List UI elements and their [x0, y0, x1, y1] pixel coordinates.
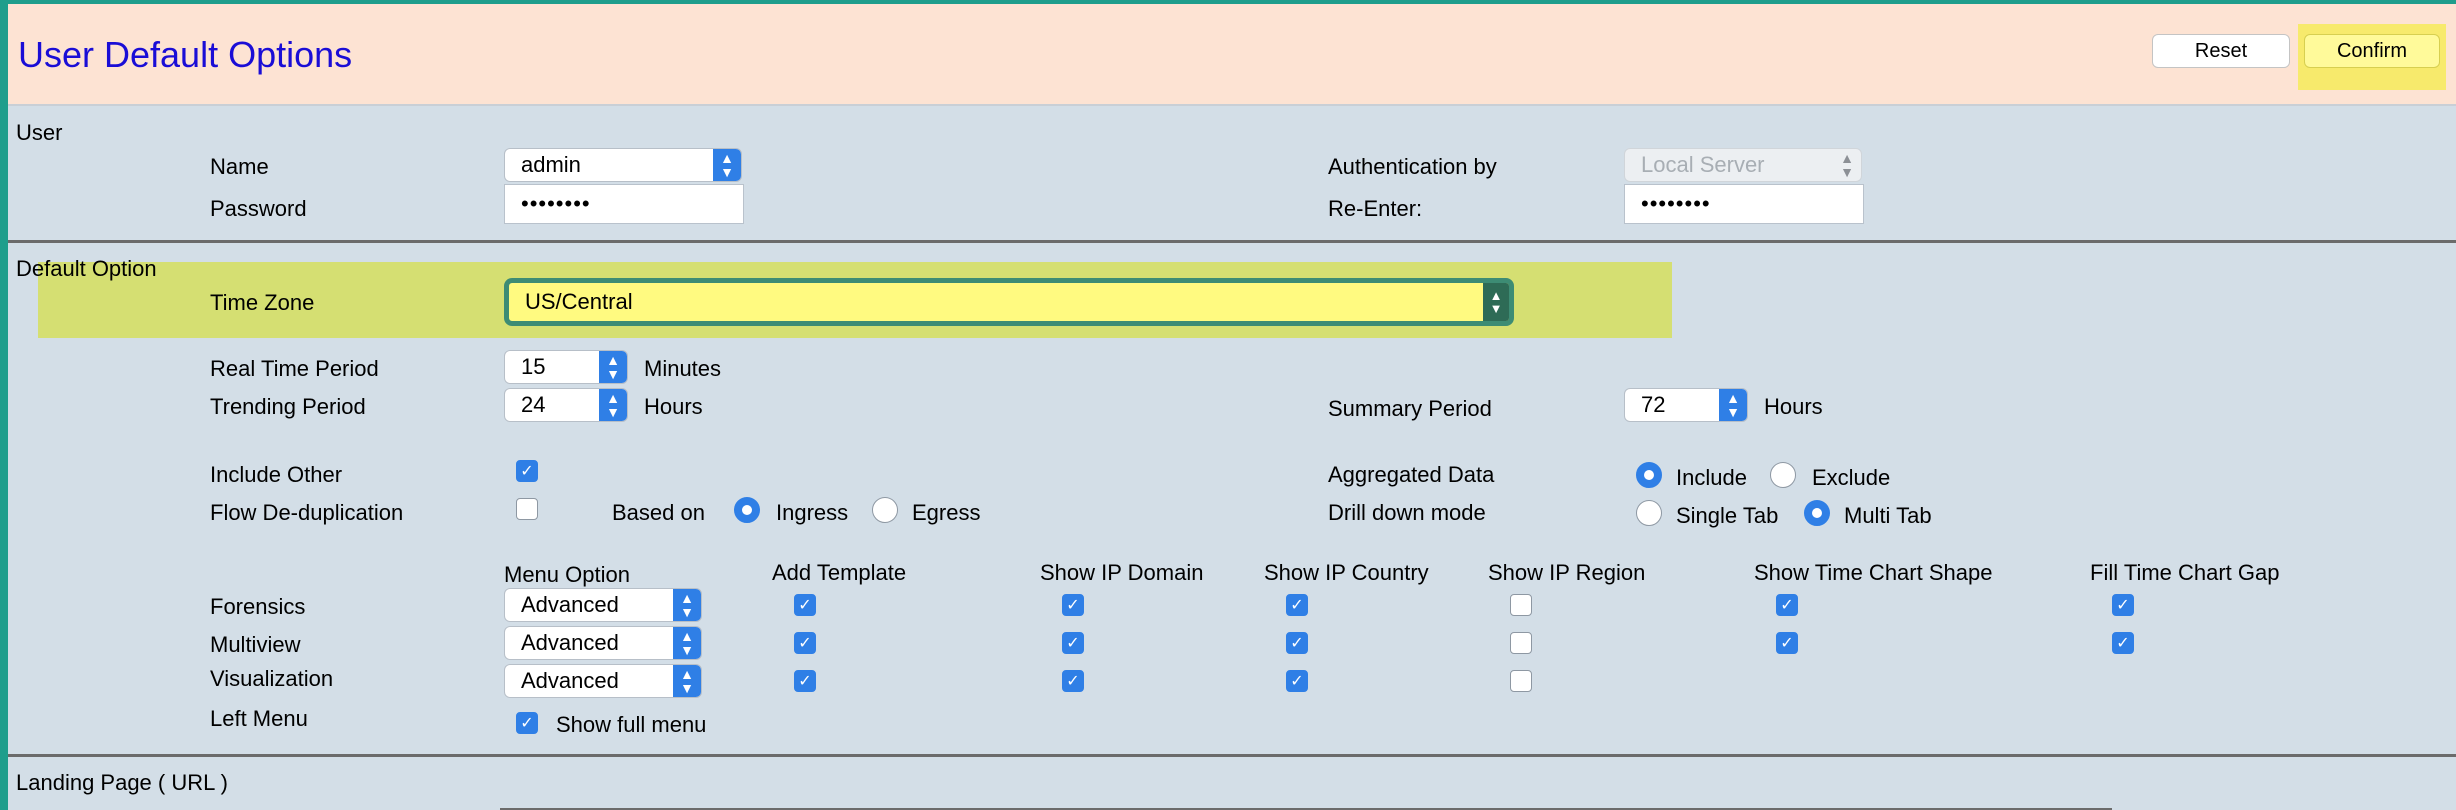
visualization-menu-select[interactable]: Advanced ▲ ▼	[504, 664, 702, 698]
summary-select[interactable]: 72 ▲ ▼	[1624, 388, 1748, 422]
flow-dedup-label: Flow De-duplication	[210, 500, 404, 525]
reenter-label: Re-Enter:	[1328, 196, 1423, 221]
summary-value: 72	[1641, 392, 1666, 417]
left-menu-label: Left Menu	[210, 706, 308, 731]
multiview-fill-gap-checkbox[interactable]: ✓	[2112, 632, 2134, 654]
summary-unit: Hours	[1764, 394, 1823, 419]
multiview-add-template-checkbox[interactable]: ✓	[794, 632, 816, 654]
auth-label: Authentication by	[1328, 154, 1497, 179]
col-show-time-chart-shape: Show Time Chart Shape	[1754, 560, 1993, 585]
multiview-menu-value: Advanced	[521, 630, 619, 655]
visualization-add-template-checkbox[interactable]: ✓	[794, 670, 816, 692]
radio-single-tab[interactable]	[1636, 500, 1662, 526]
visualization-ip-region-checkbox[interactable]	[1510, 670, 1532, 692]
radio-include[interactable]	[1636, 462, 1662, 488]
name-label: Name	[210, 154, 269, 179]
col-show-ip-domain: Show IP Domain	[1040, 560, 1204, 585]
select-arrows-icon: ▲ ▼	[599, 389, 627, 421]
trending-unit: Hours	[644, 394, 703, 419]
name-select[interactable]: admin ▲ ▼	[504, 148, 742, 182]
aggregated-label: Aggregated Data	[1328, 462, 1495, 487]
summary-label: Summary Period	[1328, 396, 1492, 421]
forensics-add-template-checkbox[interactable]: ✓	[794, 594, 816, 616]
forensics-ip-region-checkbox[interactable]	[1510, 594, 1532, 616]
include-other-label: Include Other	[210, 462, 343, 487]
multiview-ip-domain-checkbox[interactable]: ✓	[1062, 632, 1084, 654]
select-arrows-icon: ▲ ▼	[1483, 283, 1509, 321]
forensics-menu-select[interactable]: Advanced ▲ ▼	[504, 588, 702, 622]
realtime-value: 15	[521, 354, 546, 379]
password-label: Password	[210, 196, 307, 221]
col-add-template: Add Template	[772, 560, 907, 585]
forensics-time-chart-shape-checkbox[interactable]: ✓	[1776, 594, 1798, 616]
timezone-label: Time Zone	[210, 290, 315, 315]
realtime-label: Real Time Period	[210, 356, 379, 381]
multiview-ip-country-checkbox[interactable]: ✓	[1286, 632, 1308, 654]
trending-select[interactable]: 24 ▲ ▼	[504, 388, 628, 422]
radio-multi-tab-label: Multi Tab	[1844, 503, 1932, 528]
col-show-ip-country: Show IP Country	[1264, 560, 1429, 585]
row-label-forensics: Forensics	[210, 594, 306, 619]
include-other-checkbox[interactable]: ✓	[516, 460, 538, 482]
multiview-ip-region-checkbox[interactable]	[1510, 632, 1532, 654]
row-label-multiview: Multiview	[210, 632, 301, 657]
radio-egress-label: Egress	[912, 500, 981, 525]
show-full-menu-label: Show full menu	[556, 712, 707, 737]
forensics-ip-domain-checkbox[interactable]: ✓	[1062, 594, 1084, 616]
visualization-ip-domain-checkbox[interactable]: ✓	[1062, 670, 1084, 692]
default-section-label: Default Option	[16, 256, 157, 281]
radio-exclude[interactable]	[1770, 462, 1796, 488]
timezone-value: US/Central	[525, 289, 633, 314]
radio-exclude-label: Exclude	[1812, 465, 1891, 490]
reenter-password-field[interactable]: ••••••••	[1624, 184, 1864, 224]
trending-value: 24	[521, 392, 546, 417]
user-section-label: User	[16, 120, 63, 145]
multiview-menu-select[interactable]: Advanced ▲ ▼	[504, 626, 702, 660]
radio-egress[interactable]	[872, 497, 898, 523]
section-divider	[8, 240, 2456, 243]
col-show-ip-region: Show IP Region	[1488, 560, 1646, 585]
password-field[interactable]: ••••••••	[504, 184, 744, 224]
flow-dedup-checkbox[interactable]	[516, 498, 538, 520]
radio-multi-tab[interactable]	[1804, 500, 1830, 526]
based-on-label: Based on	[612, 500, 705, 525]
visualization-ip-country-checkbox[interactable]: ✓	[1286, 670, 1308, 692]
header-bar: User Default Options Reset Confirm	[8, 4, 2456, 106]
auth-select: Local Server ▲ ▼	[1624, 148, 1862, 182]
page-title: User Default Options	[18, 34, 353, 75]
drill-label: Drill down mode	[1328, 500, 1486, 525]
landing-section-label: Landing Page ( URL )	[16, 770, 228, 795]
radio-include-label: Include	[1676, 465, 1747, 490]
select-arrows-icon: ▲ ▼	[673, 665, 701, 697]
multiview-time-chart-shape-checkbox[interactable]: ✓	[1776, 632, 1798, 654]
forensics-menu-value: Advanced	[521, 592, 619, 617]
visualization-menu-value: Advanced	[521, 668, 619, 693]
select-arrows-icon: ▲ ▼	[673, 589, 701, 621]
forensics-ip-country-checkbox[interactable]: ✓	[1286, 594, 1308, 616]
col-fill-time-chart-gap: Fill Time Chart Gap	[2090, 560, 2280, 585]
radio-ingress-label: Ingress	[776, 500, 849, 525]
reset-button[interactable]: Reset	[2152, 34, 2290, 68]
auth-value: Local Server	[1641, 152, 1765, 177]
select-arrows-icon: ▲ ▼	[1719, 389, 1747, 421]
forensics-fill-gap-checkbox[interactable]: ✓	[2112, 594, 2134, 616]
col-menu-option: Menu Option	[504, 562, 630, 587]
timezone-select[interactable]: US/Central ▲ ▼	[504, 278, 1514, 326]
confirm-button[interactable]: Confirm	[2304, 34, 2440, 68]
select-arrows-icon: ▲ ▼	[599, 351, 627, 383]
row-label-visualization: Visualization	[210, 666, 334, 691]
page-frame: User Default Options Reset Confirm User …	[0, 0, 2456, 810]
name-value: admin	[521, 152, 581, 177]
realtime-unit: Minutes	[644, 356, 722, 381]
radio-ingress[interactable]	[734, 497, 760, 523]
select-arrows-icon: ▲ ▼	[673, 627, 701, 659]
show-full-menu-checkbox[interactable]: ✓	[516, 712, 538, 734]
realtime-select[interactable]: 15 ▲ ▼	[504, 350, 628, 384]
trending-label: Trending Period	[210, 394, 366, 419]
select-arrows-icon: ▲ ▼	[713, 149, 741, 181]
section-divider	[8, 754, 2456, 757]
radio-single-tab-label: Single Tab	[1676, 503, 1779, 528]
select-arrows-icon: ▲ ▼	[1840, 150, 1854, 180]
